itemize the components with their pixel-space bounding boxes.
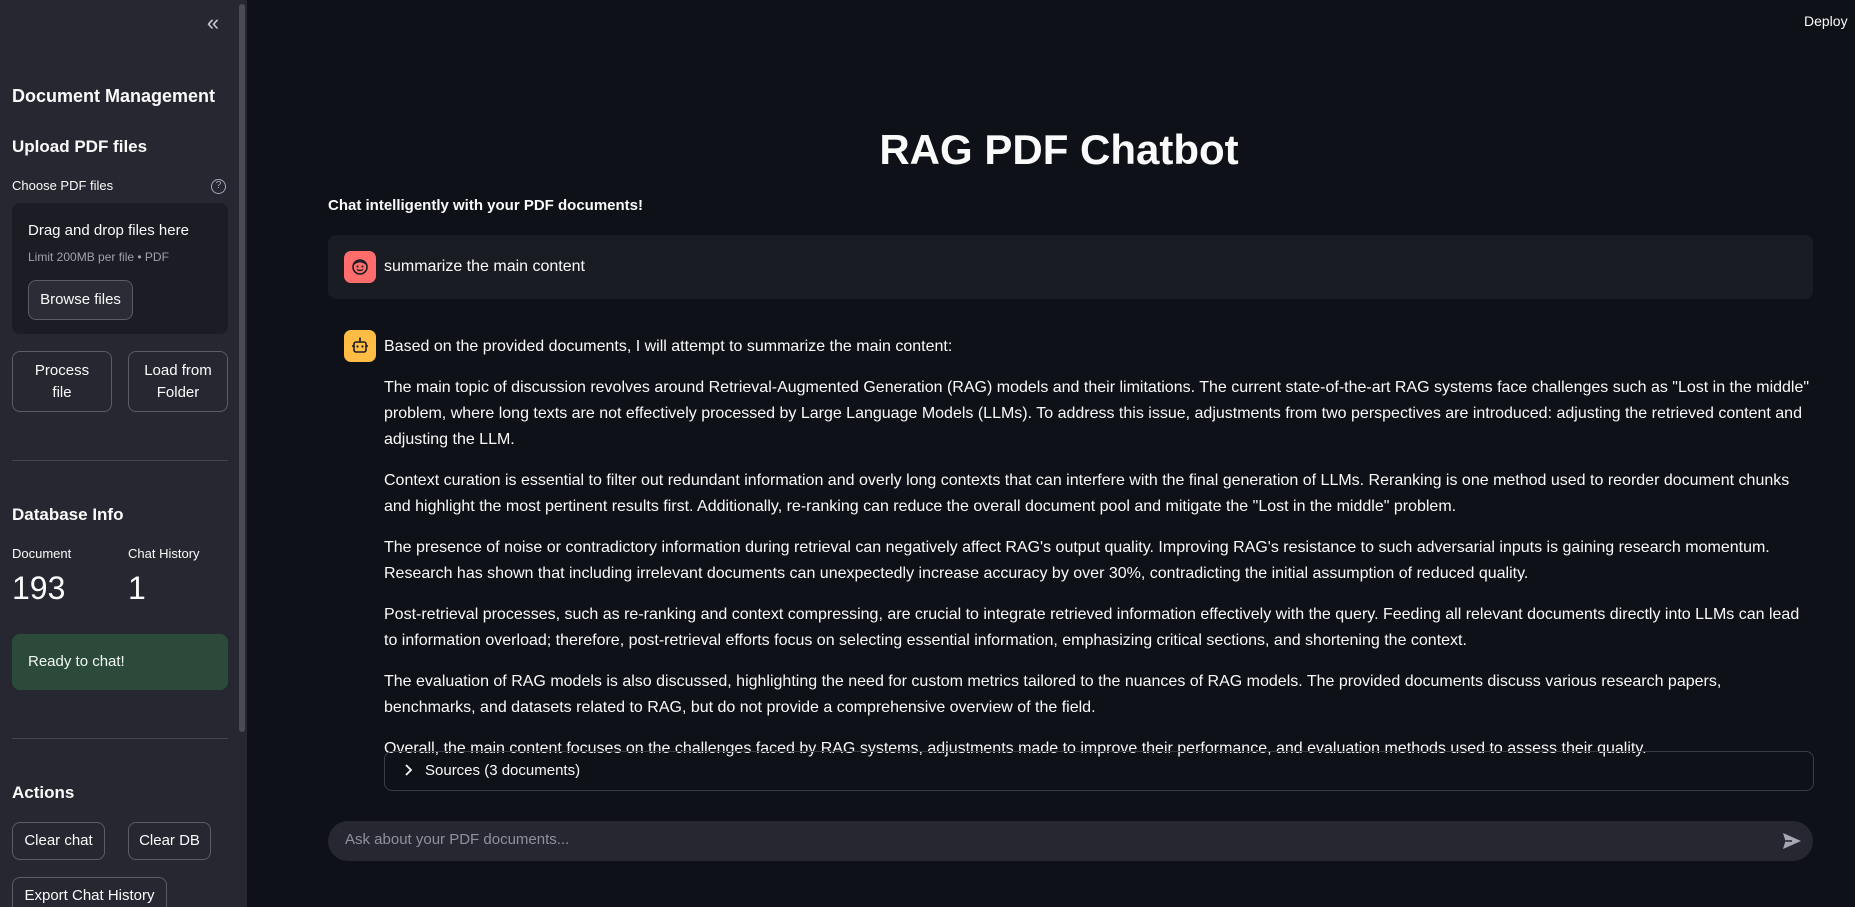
assistant-paragraph: The main topic of discussion revolves ar…: [384, 379, 1810, 448]
metric-document-value: 193: [12, 570, 66, 606]
uploader-label: Choose PDF files: [12, 178, 114, 193]
sources-expander[interactable]: Sources (3 documents): [384, 751, 1814, 791]
process-file-button[interactable]: Process file: [12, 351, 112, 412]
user-message-text: summarize the main content: [384, 258, 585, 275]
sidebar-scrollbar[interactable]: [239, 4, 245, 732]
chevron-right-icon: [403, 763, 413, 780]
database-info-title: Database Info: [12, 505, 124, 524]
divider: [12, 738, 228, 739]
send-icon[interactable]: [1781, 830, 1803, 852]
deploy-button[interactable]: Deploy: [1804, 13, 1848, 29]
divider: [12, 460, 228, 461]
sources-label: Sources (3 documents): [425, 762, 581, 779]
dropzone-limit: Limit 200MB per file • PDF: [28, 250, 169, 264]
dropzone-text: Drag and drop files here: [28, 222, 189, 239]
page-title: RAG PDF Chatbot: [879, 126, 1239, 173]
assistant-paragraph: Post-retrieval processes, such as re-ran…: [384, 606, 1800, 649]
chat-input-placeholder: Ask about your PDF documents...: [345, 831, 570, 848]
browse-files-button[interactable]: Browse files: [28, 280, 133, 320]
load-from-folder-button[interactable]: Load from Folder: [128, 351, 228, 412]
metric-document-label: Document: [12, 546, 72, 561]
sidebar-title: Document Management: [12, 86, 216, 106]
user-chat-message: summarize the main content: [328, 235, 1813, 299]
assistant-chat-message: Based on the provided documents, I will …: [384, 334, 1814, 777]
metric-chat-history-label: Chat History: [128, 546, 200, 561]
assistant-avatar-icon: [344, 330, 376, 362]
export-chat-history-button[interactable]: Export Chat History: [12, 877, 167, 907]
help-icon[interactable]: ?: [211, 179, 226, 194]
actions-title: Actions: [12, 783, 75, 802]
assistant-paragraph: Context curation is essential to filter …: [384, 472, 1790, 515]
assistant-paragraph: Based on the provided documents, I will …: [384, 338, 953, 355]
user-avatar-icon: [344, 251, 376, 283]
assistant-paragraph: The evaluation of RAG models is also dis…: [384, 673, 1722, 716]
assistant-paragraph: The presence of noise or contradictory i…: [384, 539, 1770, 582]
chat-input[interactable]: Ask about your PDF documents...: [328, 821, 1813, 861]
page-subtitle: Chat intelligently with your PDF documen…: [328, 197, 644, 214]
double-chevron-left-icon[interactable]: «: [200, 10, 226, 36]
clear-chat-button[interactable]: Clear chat: [12, 822, 105, 860]
status-success-alert: Ready to chat!: [12, 634, 228, 690]
clear-db-button[interactable]: Clear DB: [128, 822, 211, 860]
file-dropzone[interactable]: Drag and drop files here Limit 200MB per…: [12, 203, 228, 334]
metric-chat-history-value: 1: [128, 570, 146, 606]
